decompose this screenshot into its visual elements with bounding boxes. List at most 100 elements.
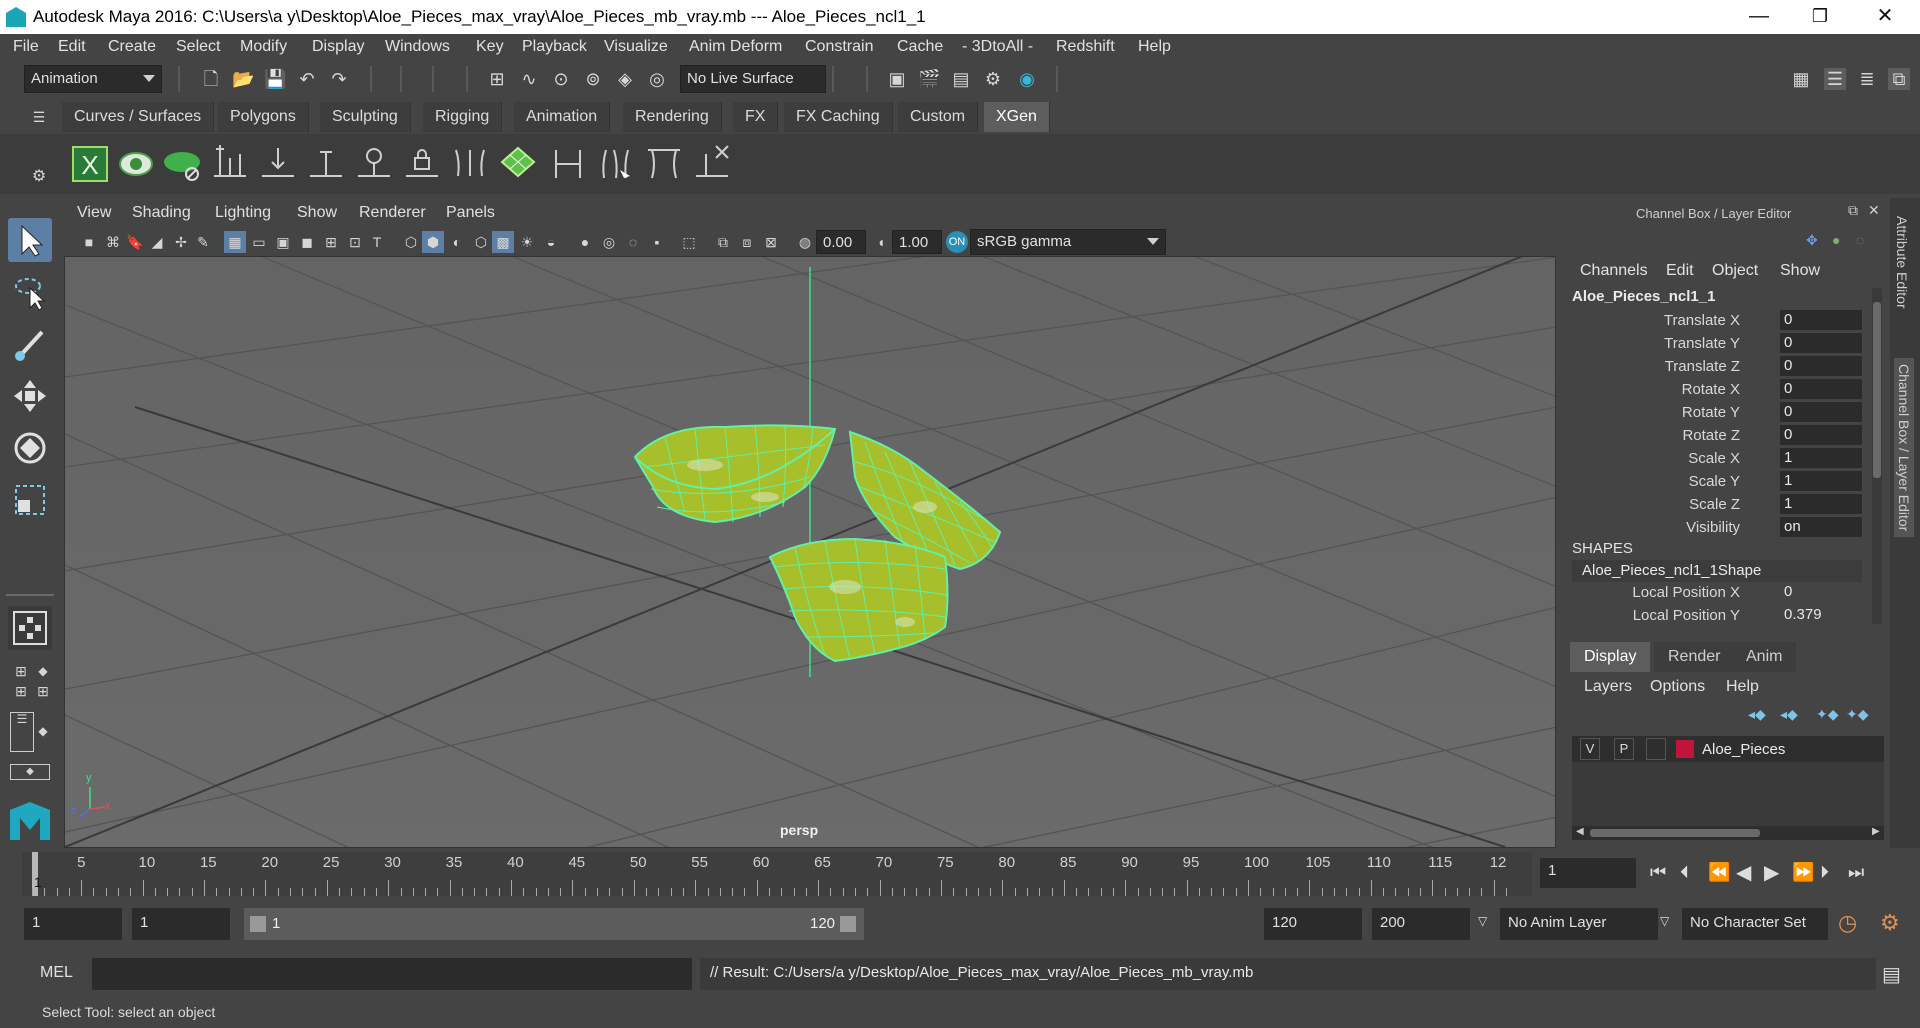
layer-display-type-toggle[interactable] bbox=[1646, 738, 1666, 760]
grid-toggle-icon[interactable]: ▦ bbox=[224, 231, 246, 253]
tab-curves-surfaces[interactable]: Curves / Surfaces bbox=[62, 102, 215, 132]
go-to-start-icon[interactable]: ⏮ bbox=[1650, 862, 1666, 883]
script-editor-icon[interactable]: ▤ bbox=[1882, 962, 1901, 987]
two-d-pan-icon[interactable]: ✢ bbox=[170, 231, 192, 253]
image-plane-icon[interactable]: ◢ bbox=[146, 231, 168, 253]
snap-live-icon[interactable]: ◎ bbox=[646, 68, 668, 90]
channel-box-tab[interactable]: Channel Box / Layer Editor bbox=[1894, 358, 1914, 538]
tab-fx[interactable]: FX bbox=[733, 102, 779, 132]
channel-box-scrollbar[interactable] bbox=[1872, 288, 1882, 624]
edit-menu[interactable]: Edit bbox=[1666, 262, 1694, 280]
attr-value-local-position-x[interactable]: 0 bbox=[1780, 582, 1862, 602]
scroll-left-icon[interactable]: ◀ bbox=[1576, 826, 1584, 837]
close-button[interactable]: ✕ bbox=[1860, 0, 1910, 34]
layout-side-icon[interactable]: ⊞ bbox=[32, 680, 54, 702]
ipr-render-icon[interactable]: ▤ bbox=[950, 68, 972, 90]
menu-playback[interactable]: Playback bbox=[522, 38, 587, 56]
render-view-icon[interactable]: ▣ bbox=[886, 68, 908, 90]
menu-modify[interactable]: Modify bbox=[240, 38, 287, 56]
character-set-dropdown[interactable]: No Character Set bbox=[1682, 908, 1828, 940]
shadows-icon[interactable]: ◒ bbox=[540, 231, 562, 253]
chevron-down-icon[interactable]: ▽ bbox=[1478, 914, 1487, 928]
snap-point-icon[interactable]: ⊙ bbox=[550, 68, 572, 90]
playback-end-field[interactable]: 120 bbox=[1264, 908, 1362, 940]
viewport-menu-panels[interactable]: Panels bbox=[446, 204, 495, 222]
attr-value-translate-y[interactable]: 0 bbox=[1780, 333, 1862, 353]
xray-icon[interactable]: ⧉ bbox=[712, 231, 734, 253]
menu-windows[interactable]: Windows bbox=[385, 38, 450, 56]
save-scene-icon[interactable]: 💾 bbox=[264, 68, 286, 90]
snap-view-icon[interactable]: ⊚ bbox=[582, 68, 604, 90]
menu-cache[interactable]: Cache bbox=[897, 38, 943, 56]
tab-rigging[interactable]: Rigging bbox=[423, 102, 503, 132]
menu-redshift[interactable]: Redshift bbox=[1056, 38, 1115, 56]
play-backward-icon[interactable]: ◀ bbox=[1736, 860, 1751, 885]
snap-grid-icon[interactable]: ⊞ bbox=[486, 68, 508, 90]
motion-blur-icon[interactable]: ◎ bbox=[598, 231, 620, 253]
menu-display[interactable]: Display bbox=[312, 38, 364, 56]
scrollbar-thumb[interactable] bbox=[1873, 302, 1881, 478]
modifier-icon[interactable] bbox=[548, 144, 588, 184]
time-slider[interactable]: 1 5 10 15 20 25 30 35 40 45 50 55 60 65 70 75 80 85 90 95 1… bbox=[22, 852, 1532, 896]
tab-render[interactable]: Render bbox=[1654, 642, 1735, 672]
tab-animation[interactable]: Animation bbox=[514, 102, 611, 132]
shelf-menu-icon[interactable]: ☰ bbox=[28, 106, 50, 128]
show-menu[interactable]: Show bbox=[1780, 262, 1820, 280]
attr-value-scale-y[interactable]: 1 bbox=[1780, 471, 1862, 491]
channel-box-toggle-icon[interactable]: ⧉ bbox=[1888, 68, 1910, 90]
guide-length-icon[interactable] bbox=[354, 144, 394, 184]
maximize-button[interactable]: ❐ bbox=[1795, 0, 1845, 34]
clump-modifier-icon[interactable] bbox=[644, 144, 684, 184]
object-menu[interactable]: Object bbox=[1712, 262, 1758, 280]
xgen-preview-icon[interactable] bbox=[116, 144, 156, 184]
float-panel-icon[interactable]: ⧉ bbox=[1848, 202, 1858, 219]
scale-tool-button[interactable] bbox=[8, 478, 52, 522]
menu-file[interactable]: File bbox=[13, 38, 39, 56]
xray-joints-icon[interactable]: ⧈ bbox=[736, 231, 758, 253]
xgen-clear-preview-icon[interactable] bbox=[162, 144, 202, 184]
new-scene-icon[interactable]: 🗋 bbox=[200, 68, 222, 90]
chevron-down-icon[interactable]: ▽ bbox=[1660, 914, 1669, 928]
playback-start-field[interactable]: 1 bbox=[132, 908, 230, 940]
snap-curve-icon[interactable]: ∿ bbox=[518, 68, 540, 90]
anim-layer-dropdown[interactable]: No Anim Layer bbox=[1500, 908, 1658, 940]
tab-rendering[interactable]: Rendering bbox=[623, 102, 722, 132]
undo-icon[interactable]: ↶ bbox=[296, 68, 318, 90]
layout-two-icon[interactable]: ⊞ bbox=[10, 680, 32, 702]
viewport-menu-shading[interactable]: Shading bbox=[132, 204, 191, 222]
place-guide-icon[interactable] bbox=[258, 144, 298, 184]
attr-value-rotate-x[interactable]: 0 bbox=[1780, 379, 1862, 399]
menu-3dtoall[interactable]: - 3DtoAll - bbox=[962, 38, 1033, 56]
use-all-lights-icon[interactable]: ☀ bbox=[516, 231, 538, 253]
tab-xgen[interactable]: XGen bbox=[984, 102, 1050, 132]
attr-value-rotate-z[interactable]: 0 bbox=[1780, 425, 1862, 445]
tab-polygons[interactable]: Polygons bbox=[218, 102, 309, 132]
animation-preferences-icon[interactable]: ⚙ bbox=[1880, 910, 1900, 936]
render-settings-icon[interactable]: ⚙ bbox=[982, 68, 1004, 90]
attr-value-translate-z[interactable]: 0 bbox=[1780, 356, 1862, 376]
live-surface-field[interactable]: No Live Surface bbox=[680, 65, 826, 93]
tab-display[interactable]: Display bbox=[1570, 642, 1651, 672]
tab-anim[interactable]: Anim bbox=[1732, 642, 1797, 672]
mode-dropdown[interactable]: Animation bbox=[24, 65, 162, 93]
attr-value-translate-x[interactable]: 0 bbox=[1780, 310, 1862, 330]
gamma-field[interactable]: 1.00 bbox=[892, 230, 942, 254]
layout-options-icon[interactable]: ◆ bbox=[32, 660, 54, 682]
menu-help[interactable]: Help bbox=[1138, 38, 1171, 56]
tab-fx-caching[interactable]: FX Caching bbox=[784, 102, 893, 132]
perspective-viewport[interactable]: y x z persp bbox=[64, 256, 1556, 848]
delete-guide-icon[interactable] bbox=[692, 144, 732, 184]
scrollbar-thumb[interactable] bbox=[1590, 829, 1760, 837]
exposure-field[interactable]: 0.00 bbox=[816, 230, 866, 254]
command-input[interactable] bbox=[92, 958, 692, 990]
range-bar[interactable]: 1 120 bbox=[244, 908, 864, 940]
current-frame-field[interactable]: 1 bbox=[1540, 858, 1636, 888]
auto-key-icon[interactable]: ◷ bbox=[1838, 910, 1857, 936]
range-end-handle[interactable] bbox=[840, 916, 856, 932]
gate-mask-icon[interactable]: ◼ bbox=[296, 231, 318, 253]
layer-list-scrollbar[interactable]: ◀ ▶ bbox=[1572, 826, 1884, 840]
wireframe-icon[interactable]: ⬡ bbox=[400, 231, 422, 253]
textured-icon[interactable]: ▩ bbox=[492, 231, 514, 253]
open-scene-icon[interactable]: 📂 bbox=[232, 68, 254, 90]
scroll-right-icon[interactable]: ▶ bbox=[1872, 826, 1880, 837]
